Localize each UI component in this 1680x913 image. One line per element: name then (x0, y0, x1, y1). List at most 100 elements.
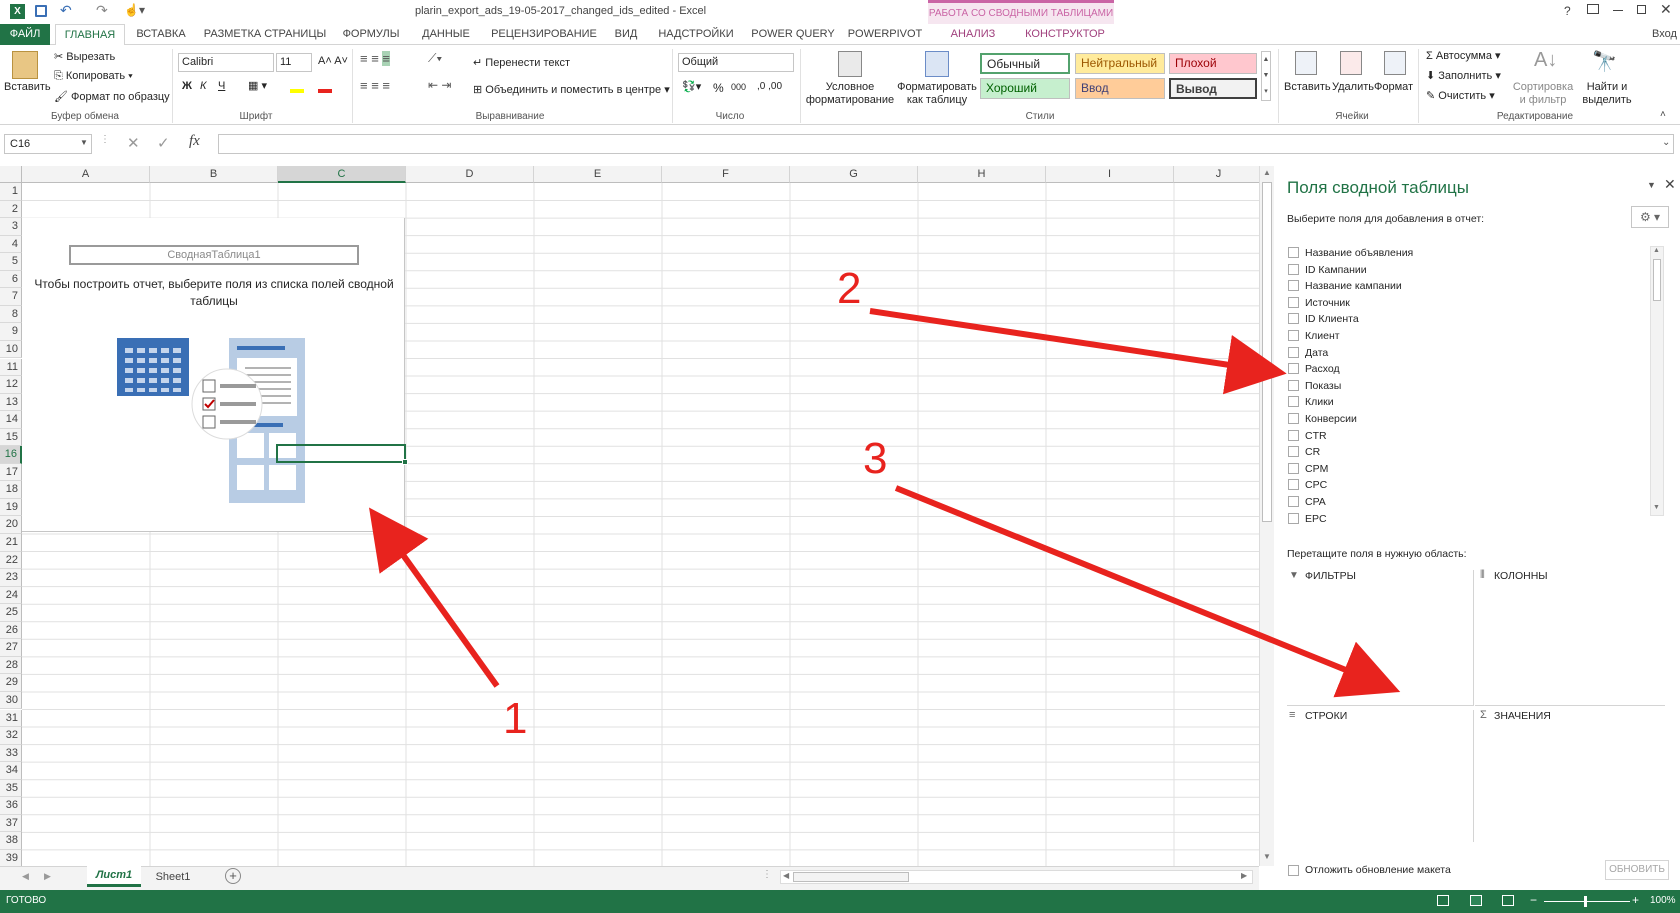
field-item[interactable]: ID Кампании (1288, 263, 1367, 279)
zoom-in-icon[interactable]: + (1632, 893, 1639, 907)
update-button[interactable]: ОБНОВИТЬ (1605, 860, 1669, 880)
style-neutral[interactable]: Нейтральный (1075, 53, 1165, 74)
format-as-table-button[interactable]: Форматировать как таблицу (896, 81, 978, 107)
field-checkbox[interactable] (1288, 413, 1299, 424)
align-left-icons[interactable]: ≡ ≡ ≡ (360, 78, 390, 93)
field-checkbox[interactable] (1288, 247, 1299, 258)
area-columns[interactable]: ⦀ КОЛОННЫ (1475, 569, 1665, 706)
field-item[interactable]: CR (1288, 445, 1320, 461)
field-checkbox[interactable] (1288, 379, 1299, 391)
delete-cells-icon[interactable] (1340, 51, 1362, 75)
touch-mode-icon[interactable]: ☝▾ (124, 3, 145, 17)
font-size-select[interactable]: 11 (276, 53, 312, 72)
tab-analyze[interactable]: АНАЛИЗ (938, 24, 1008, 45)
normal-view-icon[interactable] (1437, 895, 1449, 906)
login-link[interactable]: Вход (1652, 28, 1677, 40)
field-checkbox[interactable] (1288, 512, 1299, 524)
field-item[interactable]: Конверсии (1288, 412, 1357, 428)
pivot-placeholder[interactable]: СводнаяТаблица1 Чтобы построить отчет, в… (22, 218, 405, 532)
cancel-icon[interactable]: ✕ (127, 134, 140, 152)
field-checkbox[interactable] (1288, 363, 1299, 375)
area-values[interactable]: Σ ЗНАЧЕНИЯ (1475, 709, 1665, 842)
field-checkbox[interactable] (1288, 313, 1299, 325)
clear-button[interactable]: ✎ Очистить ▾ (1426, 89, 1495, 102)
pane-settings-gear-icon[interactable]: ⚙ ▾ (1631, 206, 1669, 228)
hscroll-right-icon[interactable]: ▶ (1241, 871, 1247, 880)
field-item[interactable]: ID Клиента (1288, 312, 1359, 328)
paste-icon[interactable] (12, 51, 38, 79)
hscroll-left-icon[interactable]: ◀ (783, 871, 789, 880)
formula-input[interactable] (218, 134, 1674, 154)
conditional-format-button[interactable]: Условное форматирование (804, 81, 896, 107)
align-top-icons[interactable]: ≡ ≡ ≡ (360, 51, 390, 66)
field-item[interactable]: Клики (1288, 395, 1334, 411)
close-icon[interactable]: ✕ (1660, 1, 1672, 18)
percent-button[interactable]: % (713, 81, 724, 95)
redo-icon[interactable]: ↷ (96, 2, 108, 19)
format-cells-button[interactable]: Формат (1374, 81, 1413, 93)
help-icon[interactable]: ? (1564, 4, 1571, 18)
pane-close-icon[interactable]: ✕ (1664, 176, 1676, 193)
restore-icon[interactable] (1637, 5, 1646, 14)
zoom-out-icon[interactable]: − (1530, 893, 1537, 907)
field-checkbox[interactable] (1288, 446, 1299, 458)
add-sheet-icon[interactable]: + (225, 868, 241, 884)
font-color-icon[interactable] (318, 89, 332, 93)
paste-button[interactable]: Вставить (4, 81, 51, 93)
fill-handle[interactable] (402, 459, 408, 465)
worksheet-grid[interactable]: ABCDEFGHIJ 1 2 3 4 5 6 7 8 9 10 11 12 13 14 15 16 17 18 19… (0, 166, 1259, 866)
field-checkbox[interactable] (1288, 263, 1299, 275)
format-as-table-icon[interactable] (925, 51, 949, 77)
field-item[interactable]: Расход (1288, 362, 1340, 378)
tab-addins[interactable]: НАДСТРОЙКИ (653, 24, 739, 45)
zoom-slider-thumb[interactable] (1584, 896, 1587, 907)
sort-filter-icon[interactable]: A↓ (1534, 49, 1557, 72)
save-icon[interactable] (35, 5, 47, 17)
underline-button[interactable]: Ч (218, 80, 225, 92)
tab-review[interactable]: РЕЦЕНЗИРОВАНИЕ (486, 24, 602, 45)
tab-view[interactable]: ВИД (606, 24, 646, 45)
enter-icon[interactable]: ✓ (157, 134, 170, 152)
tab-formulas[interactable]: ФОРМУЛЫ (336, 24, 406, 45)
field-item[interactable]: EPC (1288, 512, 1327, 524)
page-layout-view-icon[interactable] (1470, 895, 1482, 906)
find-select-icon[interactable]: 🔭 (1592, 49, 1617, 74)
delete-cells-button[interactable]: Удалить (1332, 81, 1374, 93)
field-item[interactable]: Показы (1288, 379, 1341, 395)
field-checkbox[interactable] (1288, 280, 1299, 292)
styles-scroll-icon[interactable]: ▲ ▼ ▾ (1261, 51, 1271, 101)
scroll-thumb[interactable] (1262, 182, 1272, 522)
sort-filter-button[interactable]: Сортировка и фильтр (1510, 81, 1576, 107)
field-list-scrollbar[interactable]: ▲ ▼ (1650, 246, 1664, 516)
scroll-down-icon[interactable]: ▼ (1263, 852, 1271, 861)
selected-cell[interactable] (276, 444, 406, 463)
fill-color-icon[interactable] (290, 89, 304, 93)
borders-icon[interactable]: ▦ ▾ (248, 79, 267, 92)
find-select-button[interactable]: Найти и выделить (1578, 81, 1636, 107)
tab-file[interactable]: ФАЙЛ (0, 24, 50, 45)
field-item[interactable]: CTR (1288, 429, 1327, 445)
ribbon-display-icon[interactable] (1587, 4, 1599, 14)
collapse-ribbon-icon[interactable]: ˄ (1660, 109, 1666, 120)
grid-vertical-scrollbar[interactable]: ▲ ▼ (1259, 166, 1274, 866)
tab-powerpivot[interactable]: POWERPIVOT (846, 24, 924, 45)
indent-icons[interactable]: ⇤ ⇥ (428, 78, 451, 92)
defer-update-checkbox[interactable] (1288, 865, 1299, 876)
style-bad[interactable]: Плохой (1169, 53, 1257, 74)
font-grow-icon[interactable]: A˄ A˅ (318, 55, 348, 67)
scroll-up-icon[interactable]: ▲ (1263, 168, 1271, 177)
font-name-select[interactable]: Calibri (178, 53, 274, 72)
field-checkbox[interactable] (1288, 296, 1299, 308)
insert-cells-icon[interactable] (1295, 51, 1317, 75)
format-painter-button[interactable]: 🖌 Формат по образцу (54, 90, 170, 103)
zoom-slider[interactable] (1544, 901, 1630, 902)
conditional-format-icon[interactable] (838, 51, 862, 77)
field-checkbox[interactable] (1288, 396, 1299, 408)
hscroll-thumb[interactable] (793, 872, 909, 882)
pane-options-dropdown-icon[interactable]: ▼ (1647, 180, 1656, 190)
accounting-icon[interactable]: 💱▾ (682, 80, 701, 93)
field-item[interactable]: CPM (1288, 462, 1328, 478)
wrap-text-button[interactable]: ↵ Перенести текст (473, 56, 570, 69)
field-item[interactable]: Клиент (1288, 329, 1340, 345)
style-good[interactable]: Хороший (980, 78, 1070, 99)
